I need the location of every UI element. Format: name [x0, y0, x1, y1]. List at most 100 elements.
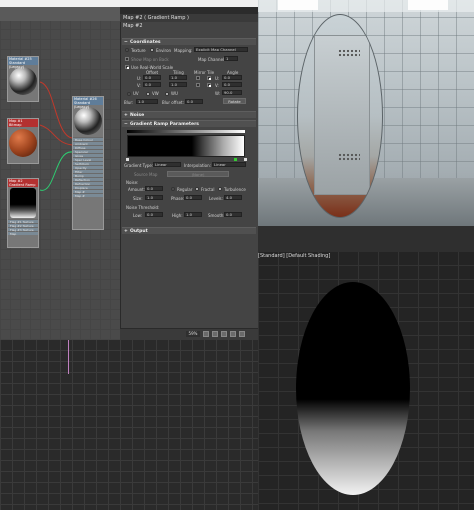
phase-field[interactable]: 0.0	[184, 195, 202, 200]
shaded-viewport[interactable]: [Standard] [Default Shading]	[258, 252, 474, 510]
rollout-title: Gradient Ramp Parameters	[130, 122, 199, 127]
turbulence-label: Turbulence	[224, 187, 246, 192]
perspective-grid-viewport[interactable]	[0, 340, 258, 510]
v-angle-label: V:	[215, 83, 219, 88]
v-mirror-checkbox[interactable]	[196, 83, 200, 87]
collapse-icon: −	[124, 122, 128, 127]
ceiling-light	[408, 0, 448, 10]
smooth-field[interactable]: 0.0	[224, 212, 242, 217]
node-slot[interactable]: Map #	[73, 193, 103, 198]
blur-offset-field[interactable]: 0.0	[185, 99, 203, 104]
regular-radio[interactable]	[171, 187, 175, 191]
gradient-ramp-bar[interactable]	[127, 135, 245, 157]
map-name-field[interactable]: Map #2	[120, 22, 258, 31]
rollout-noise[interactable]: + Noise	[122, 111, 256, 118]
turbulence-radio[interactable]	[218, 187, 222, 191]
u-angle-field[interactable]: 0.0	[222, 75, 242, 80]
pan-icon[interactable]	[212, 331, 218, 337]
rollout-gradient-ramp[interactable]: − Gradient Ramp Parameters	[122, 120, 256, 127]
v-label: V:	[137, 83, 141, 88]
zoom-extents-icon[interactable]	[203, 331, 209, 337]
node-slot[interactable]: Flag #3 Texture	[8, 227, 38, 232]
blur-field[interactable]: 1.0	[136, 99, 158, 104]
fit-view-icon[interactable]	[230, 331, 236, 337]
material-node-chrome[interactable]: Material #25 Standard (Legacy)	[7, 56, 39, 102]
rollout-coordinates[interactable]: − Coordinates	[122, 38, 256, 45]
map-node-bitmap[interactable]: Map #1 Bitmap	[7, 118, 39, 164]
material-slot-list: Base Colour Ambient Diffuse Specular Gloss Sp…	[73, 137, 103, 198]
locker-door	[314, 35, 370, 195]
wire-red	[39, 81, 73, 139]
show-map-on-back-checkbox[interactable]	[125, 57, 129, 61]
source-map-button[interactable]: (None)	[167, 171, 229, 177]
node-subtitle: Standard (Legacy)	[74, 101, 90, 109]
rollout-output[interactable]: + Output	[122, 227, 256, 234]
size-label: Size:	[133, 196, 143, 201]
interpolation-label: Interpolation:	[184, 163, 211, 168]
rotate-button[interactable]: Rotate	[223, 98, 246, 104]
ceiling-light	[278, 0, 318, 10]
amount-field[interactable]: 0.0	[145, 186, 163, 191]
v-tile-checkbox[interactable]	[207, 83, 211, 87]
node-header: Material #26 Standard (Legacy)	[73, 97, 103, 109]
v-angle-field[interactable]: 0.0	[222, 82, 242, 87]
vw-label: VW	[152, 91, 159, 96]
material-node-main[interactable]: Material #26 Standard (Legacy) Base Colo…	[72, 96, 104, 230]
ramp-flag[interactable]	[126, 158, 129, 161]
low-label: Low:	[133, 213, 143, 218]
locker-vent	[338, 153, 360, 161]
gradient-preview-object[interactable]	[296, 282, 410, 495]
low-field[interactable]: 0.0	[145, 212, 163, 217]
regular-label: Regular	[177, 187, 193, 192]
real-world-scale-checkbox[interactable]	[125, 65, 129, 69]
u-tile-checkbox[interactable]	[207, 76, 211, 80]
zoom-field[interactable]: 59%	[186, 331, 200, 337]
interpolation-dropdown[interactable]: Linear	[212, 162, 246, 167]
zoom-icon[interactable]	[239, 331, 245, 337]
mirror-object[interactable]	[297, 14, 383, 218]
expand-icon: +	[124, 229, 128, 234]
blur-label: Blur:	[124, 100, 134, 105]
environ-radio[interactable]	[150, 48, 154, 52]
wire-green	[39, 151, 73, 191]
ramp-flag-active[interactable]	[234, 158, 237, 161]
smooth-label: Smooth:	[208, 213, 225, 218]
wu-radio[interactable]	[165, 92, 169, 96]
u-angle-label: U:	[215, 76, 220, 81]
viewport-label[interactable]: [Standard] [Default Shading]	[258, 253, 330, 259]
texture-radio[interactable]	[125, 48, 129, 52]
map-channel-spinner[interactable]: 1	[224, 56, 238, 61]
vw-radio[interactable]	[146, 92, 150, 96]
fractal-label: Fractal	[201, 187, 215, 192]
v-offset-field[interactable]: 0.0	[143, 82, 161, 87]
chrome-sphere-thumbnail	[74, 107, 102, 135]
uv-radio[interactable]	[127, 92, 131, 96]
zoom-region-icon[interactable]	[221, 331, 227, 337]
size-field[interactable]: 1.0	[145, 195, 163, 200]
show-map-label: Show Map on Back	[131, 57, 169, 62]
parameter-editor	[120, 14, 258, 340]
texture-label: Texture	[131, 48, 146, 53]
high-field[interactable]: 1.0	[184, 212, 202, 217]
mapping-dropdown[interactable]: Explicit Map Channel	[194, 47, 248, 52]
node-subtitle: Gradient Ramp	[9, 183, 36, 187]
high-label: High:	[172, 213, 183, 218]
gradient-thumbnail	[10, 188, 36, 218]
node-slot[interactable]: Flag #2 Texture	[8, 223, 38, 228]
w-angle-field[interactable]: 90.0	[222, 90, 242, 95]
noise-threshold-label: Noise Threshold:	[126, 205, 160, 210]
u-offset-field[interactable]: 0.0	[143, 75, 161, 80]
gradient-type-dropdown[interactable]: Linear	[153, 162, 181, 167]
u-tiling-field[interactable]: 1.0	[169, 75, 187, 80]
u-mirror-checkbox[interactable]	[196, 76, 200, 80]
fractal-radio[interactable]	[195, 187, 199, 191]
ramp-mini-preview	[127, 130, 245, 133]
blur-offset-label: Blur offset:	[162, 100, 184, 105]
rollout-title: Noise	[130, 113, 145, 118]
map-node-gradient[interactable]: Map #2 Gradient Ramp Flag #1 Texture Fla…	[7, 178, 39, 248]
node-slot[interactable]: Flag #1 Texture	[8, 219, 38, 224]
v-tiling-field[interactable]: 1.0	[169, 82, 187, 87]
levels-field[interactable]: 4.0	[224, 195, 242, 200]
ramp-flag[interactable]	[244, 158, 247, 161]
node-header: Material #25 Standard (Legacy)	[8, 57, 38, 69]
